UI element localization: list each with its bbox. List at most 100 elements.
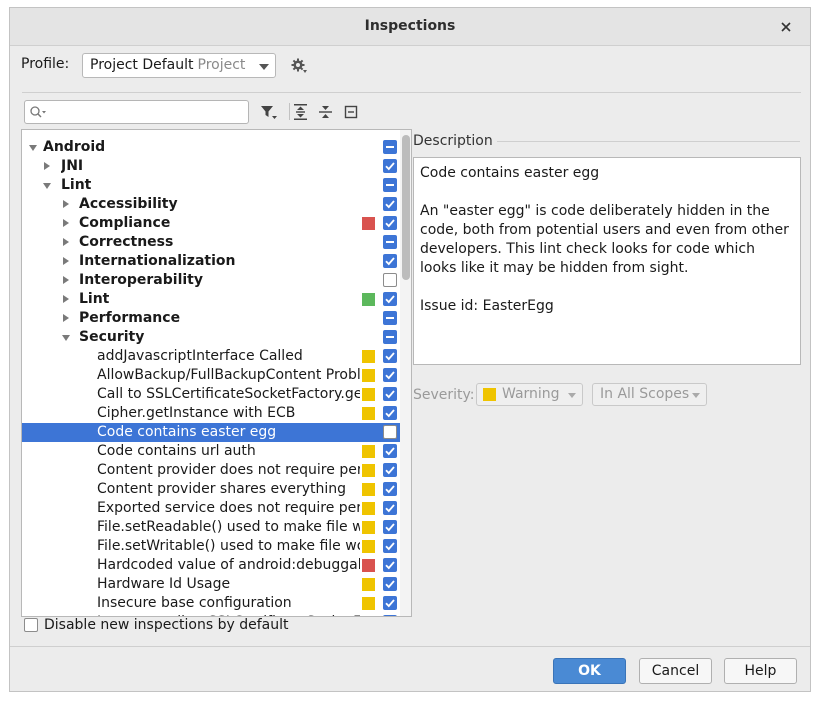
inspection-enabled-checkbox[interactable] xyxy=(383,520,397,534)
indeterminate-icon xyxy=(386,336,394,338)
inspection-enabled-checkbox[interactable] xyxy=(383,539,397,553)
tree-group-row[interactable]: Lint xyxy=(22,290,400,309)
inspection-enabled-checkbox[interactable] xyxy=(383,501,397,515)
profile-dropdown[interactable]: Project Default Project xyxy=(82,53,276,78)
tree-inspection-row[interactable]: Call to SSLCertificateSocketFactory.getI… xyxy=(22,385,400,404)
inspection-enabled-checkbox[interactable] xyxy=(383,216,397,230)
checkmark-icon xyxy=(385,295,395,304)
inspection-enabled-checkbox[interactable] xyxy=(383,197,397,211)
collapsed-arrow-icon[interactable] xyxy=(63,257,69,265)
profile-name: Project Default xyxy=(90,57,194,73)
tree-inspection-row[interactable]: File.setReadable() used to make file wor… xyxy=(22,518,400,537)
footer-separator xyxy=(10,646,810,647)
inspection-enabled-checkbox[interactable] xyxy=(383,596,397,610)
description-separator xyxy=(497,141,800,142)
inspection-tree[interactable]: Insecure call to SSLCertificateSocketFac… xyxy=(21,129,412,617)
collapse-icon xyxy=(344,105,358,119)
tree-row-label: Accessibility xyxy=(79,196,178,212)
search-input[interactable] xyxy=(49,103,244,121)
tree-row-label: JNI xyxy=(61,158,84,174)
inspection-enabled-checkbox[interactable] xyxy=(383,292,397,306)
collapsed-arrow-icon[interactable] xyxy=(63,314,69,322)
inspection-enabled-checkbox[interactable] xyxy=(383,330,397,344)
tree-group-row[interactable]: Accessibility xyxy=(22,195,400,214)
tree-group-row[interactable]: Android xyxy=(22,138,400,157)
inspection-enabled-checkbox[interactable] xyxy=(383,273,397,287)
help-button[interactable]: Help xyxy=(724,658,797,684)
tree-group-row[interactable]: Compliance xyxy=(22,214,400,233)
tree-row-label: Code contains url auth xyxy=(97,443,256,459)
tree-group-row[interactable]: Internationalization xyxy=(22,252,400,271)
inspection-enabled-checkbox[interactable] xyxy=(383,235,397,249)
tree-scrollbar-thumb[interactable] xyxy=(402,135,410,280)
inspection-enabled-checkbox[interactable] xyxy=(383,368,397,382)
inspection-enabled-checkbox[interactable] xyxy=(383,311,397,325)
checkmark-icon xyxy=(385,599,395,608)
tree-group-row[interactable]: Interoperability xyxy=(22,271,400,290)
reset-button[interactable] xyxy=(343,103,361,121)
tree-row-label: AllowBackup/FullBackupContent Problems xyxy=(97,367,360,383)
tree-inspection-row[interactable]: Hardcoded value of android:debuggable xyxy=(22,556,400,575)
tree-inspection-row[interactable]: Code contains easter egg xyxy=(22,423,400,442)
expanded-arrow-icon[interactable] xyxy=(43,183,51,189)
tree-inspection-row[interactable]: AllowBackup/FullBackupContent Problems xyxy=(22,366,400,385)
tree-inspection-row[interactable]: addJavascriptInterface Called xyxy=(22,347,400,366)
collapsed-arrow-icon[interactable] xyxy=(63,295,69,303)
inspection-enabled-checkbox[interactable] xyxy=(383,159,397,173)
filter-button[interactable] xyxy=(260,103,278,121)
inspection-enabled-checkbox[interactable] xyxy=(383,406,397,420)
severity-swatch xyxy=(362,578,375,591)
scope-dropdown[interactable]: In All Scopes xyxy=(592,383,707,406)
collapsed-arrow-icon[interactable] xyxy=(63,200,69,208)
tree-inspection-row[interactable]: File.setWritable() used to make file wor… xyxy=(22,537,400,556)
collapsed-arrow-icon[interactable] xyxy=(63,219,69,227)
inspection-enabled-checkbox[interactable] xyxy=(383,615,397,616)
search-field[interactable] xyxy=(24,100,249,124)
tree-group-row[interactable]: JNI xyxy=(22,157,400,176)
cancel-button[interactable]: Cancel xyxy=(639,658,712,684)
tree-row-label: Android xyxy=(43,139,106,155)
expanded-arrow-icon[interactable] xyxy=(29,145,37,151)
checkmark-icon xyxy=(385,390,395,399)
checkmark-icon xyxy=(385,504,395,513)
tree-group-row[interactable]: Security xyxy=(22,328,400,347)
tree-inspection-row[interactable]: Content provider shares everything xyxy=(22,480,400,499)
inspection-enabled-checkbox[interactable] xyxy=(383,178,397,192)
severity-swatch xyxy=(362,521,375,534)
profile-settings-button[interactable] xyxy=(290,57,308,75)
tree-row-label: Lint xyxy=(79,291,110,307)
inspection-enabled-checkbox[interactable] xyxy=(383,425,397,439)
inspection-enabled-checkbox[interactable] xyxy=(383,349,397,363)
checkmark-icon xyxy=(385,162,395,171)
inspection-enabled-checkbox[interactable] xyxy=(383,140,397,154)
collapse-all-button[interactable] xyxy=(317,103,335,121)
inspection-enabled-checkbox[interactable] xyxy=(383,254,397,268)
description-heading: Code contains easter egg xyxy=(420,165,600,181)
close-button[interactable] xyxy=(776,17,796,37)
checkmark-icon xyxy=(385,580,395,589)
tree-inspection-row[interactable]: Code contains url auth xyxy=(22,442,400,461)
disable-new-inspections-checkbox[interactable] xyxy=(24,618,38,632)
tree-inspection-row[interactable]: Insecure base configuration xyxy=(22,594,400,613)
collapsed-arrow-icon[interactable] xyxy=(63,276,69,284)
tree-group-row[interactable]: Lint xyxy=(22,176,400,195)
expanded-arrow-icon[interactable] xyxy=(62,335,70,341)
inspection-enabled-checkbox[interactable] xyxy=(383,482,397,496)
tree-group-row[interactable]: Correctness xyxy=(22,233,400,252)
collapsed-arrow-icon[interactable] xyxy=(63,238,69,246)
tree-row-label: Code contains easter egg xyxy=(97,424,277,440)
collapsed-arrow-icon[interactable] xyxy=(44,162,50,170)
tree-inspection-row[interactable]: Hardware Id Usage xyxy=(22,575,400,594)
inspection-enabled-checkbox[interactable] xyxy=(383,463,397,477)
severity-dropdown[interactable]: Warning xyxy=(476,383,583,406)
inspection-enabled-checkbox[interactable] xyxy=(383,387,397,401)
expand-all-button[interactable] xyxy=(292,103,310,121)
tree-inspection-row[interactable]: Content provider does not require permis… xyxy=(22,461,400,480)
inspection-enabled-checkbox[interactable] xyxy=(383,558,397,572)
ok-button[interactable]: OK xyxy=(553,658,626,684)
tree-inspection-row[interactable]: Exported service does not require permis… xyxy=(22,499,400,518)
tree-inspection-row[interactable]: Cipher.getInstance with ECB xyxy=(22,404,400,423)
inspection-enabled-checkbox[interactable] xyxy=(383,577,397,591)
tree-group-row[interactable]: Performance xyxy=(22,309,400,328)
inspection-enabled-checkbox[interactable] xyxy=(383,444,397,458)
